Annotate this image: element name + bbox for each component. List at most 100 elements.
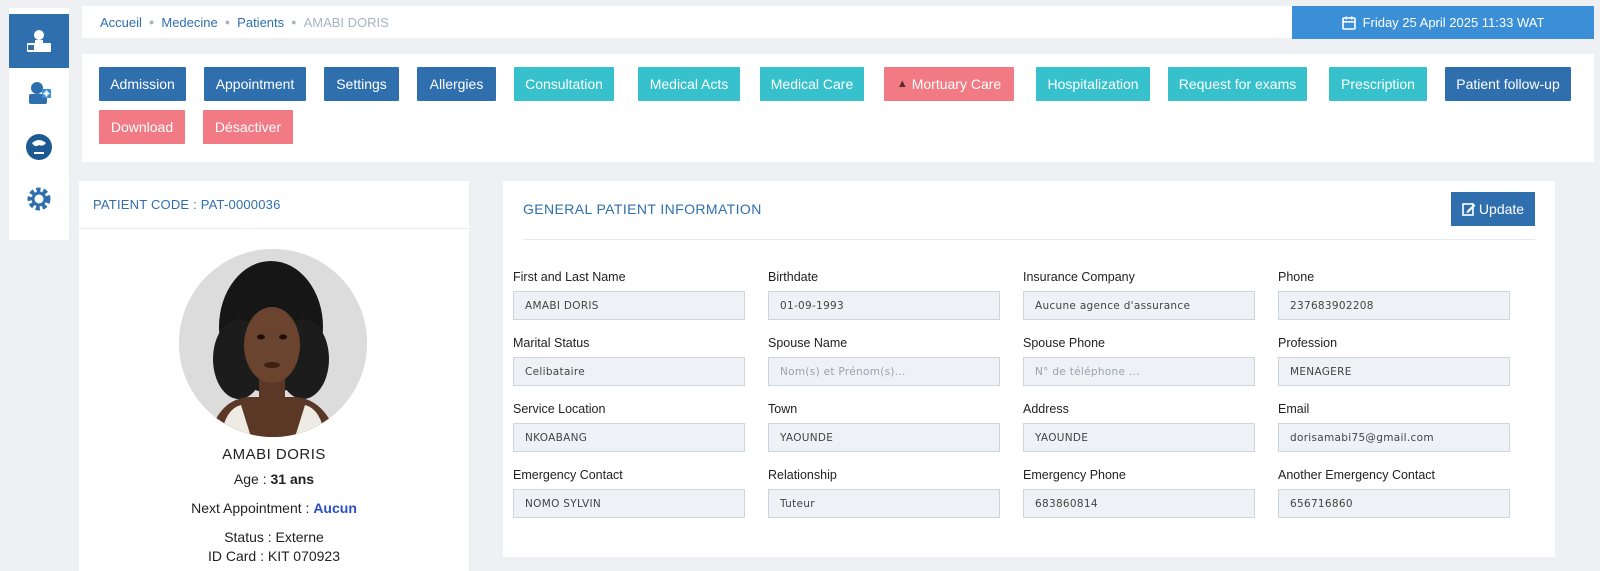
actions-panel: Admission Appointment Settings Allergies…: [82, 54, 1594, 162]
medical-care-button[interactable]: Medical Care: [760, 67, 864, 101]
phone-label: Phone: [1278, 270, 1315, 284]
avatar: [179, 249, 367, 437]
gear-icon: [27, 187, 51, 211]
spouse-phone-label: Spouse Phone: [1023, 336, 1106, 350]
patient-card: PATIENT CODE : PAT-0000036 AMABI DORIS A…: [79, 181, 469, 571]
emergency-contact-field: Emergency Contact NOMO SYLVIN: [513, 468, 745, 518]
another-emergency-contact-label: Another Emergency Contact: [1278, 468, 1436, 482]
service-location-label: Service Location: [513, 402, 606, 416]
sidebar-item-patients[interactable]: [9, 14, 69, 68]
address-label: Address: [1023, 402, 1069, 416]
town-field: Town YAOUNDE: [768, 402, 1000, 452]
first-and-last-name-label: First and Last Name: [513, 270, 626, 284]
service-location-input[interactable]: NKOABANG: [513, 423, 745, 452]
emergency-phone-input[interactable]: 683860814: [1023, 489, 1255, 518]
birthdate-field: Birthdate 01-09-1993: [768, 270, 1000, 320]
relationship-input[interactable]: Tuteur: [768, 489, 1000, 518]
desactiver-button[interactable]: Désactiver: [203, 110, 293, 144]
insurance-company-field: Insurance Company Aucune agence d'assuran…: [1023, 270, 1255, 320]
sidebar-item-globe[interactable]: [9, 120, 69, 174]
service-location-field: Service Location NKOABANG: [513, 402, 745, 452]
spouse-name-input[interactable]: Nom(s) et Prénom(s)...: [768, 357, 1000, 386]
patient-code: PATIENT CODE : PAT-0000036: [79, 181, 469, 229]
address-field: Address YAOUNDE: [1023, 402, 1255, 452]
calendar-icon: [1341, 16, 1356, 30]
status-label: Status :: [224, 529, 272, 545]
status-value: Externe: [275, 529, 324, 545]
download-button[interactable]: Download: [99, 110, 185, 144]
another-emergency-contact-field: Another Emergency Contact 656716860: [1278, 468, 1510, 518]
patient-age-value: 31 ans: [270, 471, 315, 487]
allergies-button[interactable]: Allergies: [417, 67, 496, 101]
id-card-value: KIT 070923: [267, 548, 341, 564]
birthdate-label: Birthdate: [768, 270, 819, 284]
phone-field: Phone 237683902208: [1278, 270, 1510, 320]
phone-input[interactable]: 237683902208: [1278, 291, 1510, 320]
medical-acts-button[interactable]: Medical Acts: [638, 67, 740, 101]
breadcrumb-separator: ●: [224, 17, 231, 27]
breadcrumb-home[interactable]: Accueil: [100, 15, 142, 30]
prescription-button[interactable]: Prescription: [1329, 67, 1427, 101]
patient-name: AMABI DORIS: [222, 446, 326, 463]
request-exams-button[interactable]: Request for exams: [1168, 67, 1307, 101]
spouse-phone-field: Spouse Phone N° de téléphone ...: [1023, 336, 1255, 386]
datetime-text: Friday 25 April 2025 11:33 WAT: [1362, 15, 1545, 30]
emergency-contact-input[interactable]: NOMO SYLVIN: [513, 489, 745, 518]
breadcrumb-medecine[interactable]: Medecine: [161, 15, 217, 30]
consultation-button[interactable]: Consultation: [514, 67, 614, 101]
breadcrumb-separator: ●: [148, 17, 155, 27]
mortuary-care-button[interactable]: ▲ Mortuary Care: [884, 67, 1014, 101]
mortuary-care-label: Mortuary Care: [911, 76, 1002, 92]
profession-input[interactable]: MENAGERE: [1278, 357, 1510, 386]
spouse-name-field: Spouse Name Nom(s) et Prénom(s)...: [768, 336, 1000, 386]
marital-status-field: Marital Status Celibataire: [513, 336, 745, 386]
id-card-label: ID Card :: [207, 548, 264, 564]
divider: [523, 239, 1535, 240]
warning-icon: ▲: [896, 78, 908, 90]
emergency-phone-field: Emergency Phone 683860814: [1023, 468, 1255, 518]
patient-code-value: PAT-0000036: [200, 197, 281, 212]
email-input[interactable]: dorisamabi75@gmail.com: [1278, 423, 1510, 452]
address-input[interactable]: YAOUNDE: [1023, 423, 1255, 452]
insurance-company-input[interactable]: Aucune agence d'assurance: [1023, 291, 1255, 320]
patient-followup-button[interactable]: Patient follow-up: [1445, 67, 1571, 101]
breadcrumb-patients[interactable]: Patients: [237, 15, 284, 30]
admission-button[interactable]: Admission: [99, 67, 186, 101]
patient-next-appointment: Next Appointment : Aucun: [79, 500, 469, 516]
patient-icon: [27, 30, 51, 52]
spouse-phone-input[interactable]: N° de téléphone ...: [1023, 357, 1255, 386]
profession-field: Profession MENAGERE: [1278, 336, 1510, 386]
marital-status-label: Marital Status: [513, 336, 590, 350]
edit-icon: [1462, 203, 1476, 216]
hospitalization-button[interactable]: Hospitalization: [1036, 67, 1150, 101]
profession-label: Profession: [1278, 336, 1338, 350]
sidebar-item-medical[interactable]: [9, 66, 69, 120]
update-label: Update: [1478, 201, 1525, 217]
breadcrumb-current: AMABI DORIS: [303, 14, 389, 30]
breadcrumb: Accueil ● Medecine ● Patients ● AMABI DO…: [82, 6, 1292, 38]
sidebar-item-settings[interactable]: [9, 172, 69, 226]
first-and-last-name-input[interactable]: AMABI DORIS: [513, 291, 745, 320]
patient-age: Age : 31 ans: [79, 471, 469, 487]
insurance-company-label: Insurance Company: [1023, 270, 1135, 284]
another-emergency-contact-input[interactable]: 656716860: [1278, 489, 1510, 518]
general-info-card: GENERAL PATIENT INFORMATION Update First…: [503, 181, 1555, 557]
emergency-contact-label: Emergency Contact: [513, 468, 623, 482]
patient-code-label: PATIENT CODE :: [93, 197, 197, 212]
town-label: Town: [768, 402, 798, 416]
globe-icon: [26, 134, 52, 160]
breadcrumb-separator: ●: [291, 17, 297, 27]
town-input[interactable]: YAOUNDE: [768, 423, 1000, 452]
marital-status-input[interactable]: Celibataire: [513, 357, 745, 386]
emergency-phone-label: Emergency Phone: [1023, 468, 1126, 482]
appointment-button[interactable]: Appointment: [204, 67, 306, 101]
patient-age-label: Age :: [233, 471, 267, 487]
settings-button[interactable]: Settings: [324, 67, 399, 101]
relationship-field: Relationship Tuteur: [768, 468, 1000, 518]
patient-id-card: ID Card : KIT 070923: [79, 548, 469, 564]
first-and-last-name-field: First and Last Name AMABI DORIS: [513, 270, 745, 320]
update-button[interactable]: Update: [1451, 192, 1535, 226]
next-appointment-value: Aucun: [313, 500, 357, 516]
birthdate-input[interactable]: 01-09-1993: [768, 291, 1000, 320]
general-info-title: GENERAL PATIENT INFORMATION: [523, 201, 762, 217]
